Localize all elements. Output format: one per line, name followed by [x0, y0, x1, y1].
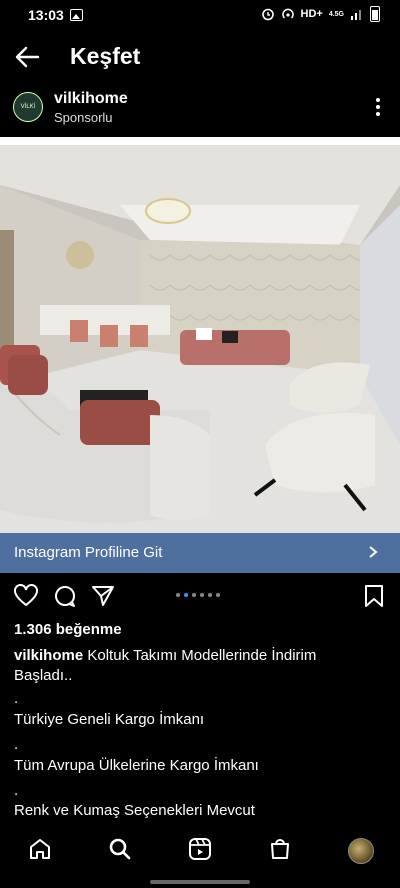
caption-dot: .	[14, 782, 19, 799]
chevron-right-icon	[369, 546, 378, 558]
profile-cta-bar[interactable]: Instagram Profiline Git	[0, 533, 400, 573]
arrow-left-icon[interactable]	[14, 44, 40, 70]
carousel-indicator	[176, 593, 220, 597]
carousel-dot	[192, 593, 196, 597]
caption-line-5: Renk ve Kumaş Seçenekleri Mevcut	[14, 802, 255, 819]
more-vertical-icon[interactable]	[376, 98, 380, 116]
caption-line-4: Tüm Avrupa Ülkelerine Kargo İmkanı	[14, 757, 259, 774]
page-title: Keşfet	[70, 43, 141, 69]
hotspot-icon	[281, 8, 294, 19]
share-icon[interactable]	[91, 584, 115, 608]
status-icons: HD+ 4.5G	[261, 6, 380, 22]
heart-icon[interactable]	[13, 584, 39, 608]
avatar-logo-text: VİLKİ	[20, 104, 36, 110]
gallery-notification-icon	[70, 9, 83, 21]
alarm-icon	[261, 8, 274, 21]
carousel-dot	[216, 593, 220, 597]
post-header: VİLKİ vilkihome Sponsorlu	[0, 86, 400, 134]
sponsored-label: Sponsorlu	[54, 110, 113, 125]
home-icon[interactable]	[28, 837, 52, 861]
shop-icon[interactable]	[268, 837, 292, 861]
like-count[interactable]: 1.306 beğenme	[14, 621, 122, 638]
carousel-dot	[200, 593, 204, 597]
caption-line-2: Başladı..	[14, 667, 73, 684]
carousel-dot	[176, 593, 180, 597]
clock: 13:03	[28, 7, 64, 23]
top-bar: Keşfet	[0, 34, 400, 78]
network-small-label: 4.5G	[328, 10, 344, 18]
avatar[interactable]: VİLKİ	[13, 92, 43, 122]
post-image[interactable]	[0, 145, 400, 533]
carousel-dot	[208, 593, 212, 597]
status-bar: 13:03 HD+ 4.5G	[0, 0, 400, 30]
cta-label: Instagram Profiline Git	[14, 544, 163, 561]
caption-dot: .	[14, 736, 19, 753]
caption-username[interactable]: vilkihome	[14, 647, 83, 664]
battery-icon	[370, 6, 380, 22]
caption-dot: .	[14, 690, 19, 707]
photo-top-border	[0, 137, 400, 145]
caption-line-1: Koltuk Takımı Modellerinde İndirim	[87, 647, 317, 664]
bookmark-icon[interactable]	[364, 584, 384, 608]
profile-avatar[interactable]	[348, 838, 374, 864]
signal-icon	[351, 10, 361, 20]
comment-icon[interactable]	[53, 584, 77, 608]
carousel-dot-active	[184, 593, 188, 597]
gesture-bar	[150, 880, 250, 884]
post-username[interactable]: vilkihome	[54, 90, 128, 108]
reels-icon[interactable]	[188, 837, 212, 861]
caption-line-3: Türkiye Geneli Kargo İmkanı	[14, 711, 205, 728]
search-icon[interactable]	[108, 837, 132, 861]
bottom-nav	[0, 821, 400, 879]
network-label: HD+	[300, 8, 323, 20]
post-actions	[0, 581, 400, 611]
caption: vilkihome Koltuk Takımı Modellerinde İnd…	[14, 645, 389, 667]
